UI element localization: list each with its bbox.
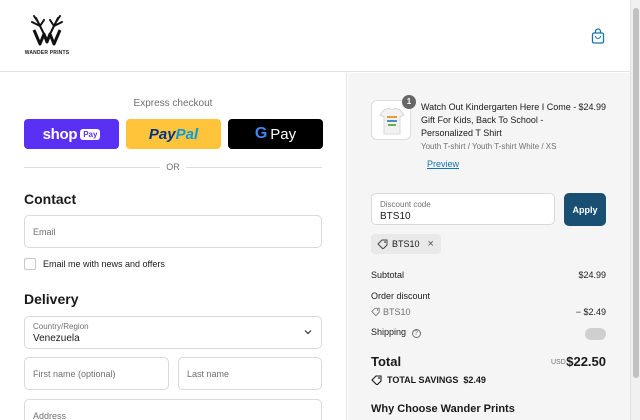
total-currency: USD xyxy=(551,359,566,366)
quantity-badge: 1 xyxy=(402,95,416,109)
order-discount-label: Order discount xyxy=(371,291,431,301)
tag-icon xyxy=(371,375,382,385)
deer-antler-logo-icon xyxy=(31,15,63,46)
discount-code-field[interactable]: Discount code BTS10 xyxy=(371,193,555,225)
preview-link[interactable]: Preview xyxy=(427,159,459,169)
order-discount-row: Order discount xyxy=(371,291,606,301)
newsletter-label: Email me with news and offers xyxy=(43,259,165,269)
shop-pay-pill: Pay xyxy=(80,128,101,140)
subtotal-row: Subtotal $24.99 xyxy=(371,270,606,280)
paypal-wordmark-part2: Pal xyxy=(175,125,199,143)
google-pay-wordmark: Pay xyxy=(270,125,297,143)
why-choose-heading: Why Choose Wander Prints xyxy=(371,403,515,415)
discount-code-value: BTS10 xyxy=(380,211,411,222)
total-value: $22.50 xyxy=(566,354,606,369)
shop-pay-button[interactable]: shop Pay xyxy=(24,119,119,149)
discount-amount: − $2.49 xyxy=(575,307,606,317)
express-checkout-label: Express checkout xyxy=(133,98,213,109)
page-scrollbar[interactable] xyxy=(630,0,640,420)
shipping-label: Shipping xyxy=(371,327,407,337)
brand-logo[interactable]: WANDER PRINTS xyxy=(22,14,72,56)
header: WANDER PRINTS xyxy=(0,0,630,72)
or-divider: OR xyxy=(24,161,322,173)
delivery-heading: Delivery xyxy=(24,291,79,307)
total-label: Total xyxy=(371,354,402,369)
tag-icon xyxy=(377,239,388,249)
address-field[interactable]: Address xyxy=(24,399,322,420)
product-price: $24.99 xyxy=(578,102,606,112)
total-savings-label: TOTAL SAVINGS xyxy=(387,375,459,385)
scrollbar-thumb[interactable] xyxy=(633,8,639,378)
product-variant: Youth T-shirt / Youth T-shirt White / XS xyxy=(421,142,557,151)
first-name-placeholder: First name (optional) xyxy=(33,369,116,379)
shopping-bag-icon[interactable] xyxy=(591,28,605,44)
discount-code-label: Discount code xyxy=(380,200,431,209)
shipping-row: Shipping ? xyxy=(371,327,606,340)
address-placeholder: Address xyxy=(33,411,67,420)
subtotal-label: Subtotal xyxy=(371,270,405,280)
discount-code-row-label: BTS10 xyxy=(383,307,411,317)
applied-discount-code: BTS10 xyxy=(392,239,420,249)
email-placeholder: Email xyxy=(33,227,56,237)
google-g-icon: G xyxy=(254,125,268,142)
country-label: Country/Region xyxy=(33,322,89,331)
checkout-form: Express checkout shop Pay Pay Pal G Pay O… xyxy=(0,73,347,420)
applied-discount-chip: BTS10 × xyxy=(371,234,441,254)
brand-name: WANDER PRINTS xyxy=(24,50,70,56)
shop-pay-wordmark: shop xyxy=(42,125,78,143)
product-title: Watch Out Kindergarten Here I Come - Gif… xyxy=(421,102,577,138)
country-select[interactable]: Country/Region Venezuela xyxy=(24,316,322,349)
remove-discount-icon[interactable]: × xyxy=(428,238,434,250)
order-summary: 1 Watch Out Kindergarten Here I Come - G… xyxy=(348,73,630,420)
last-name-placeholder: Last name xyxy=(187,369,230,379)
shipping-loading-placeholder xyxy=(585,328,606,340)
apply-button[interactable]: Apply xyxy=(564,193,606,226)
discount-code-row: BTS10 − $2.49 xyxy=(371,307,606,317)
contact-heading: Contact xyxy=(24,191,77,207)
last-name-field[interactable]: Last name xyxy=(178,357,322,390)
help-icon[interactable]: ? xyxy=(411,329,421,338)
paypal-button[interactable]: Pay Pal xyxy=(126,119,221,149)
first-name-field[interactable]: First name (optional) xyxy=(24,357,169,390)
subtotal-value: $24.99 xyxy=(578,270,606,280)
google-pay-button[interactable]: G Pay xyxy=(228,119,323,149)
total-savings: TOTAL SAVINGS $2.49 xyxy=(371,375,486,385)
country-value: Venezuela xyxy=(33,333,80,344)
divider-line-right xyxy=(186,167,322,168)
tag-icon xyxy=(371,307,380,317)
email-field[interactable]: Email xyxy=(24,215,322,248)
paypal-wordmark-part1: Pay xyxy=(148,125,176,143)
total-savings-value: $2.49 xyxy=(463,375,486,385)
newsletter-checkbox[interactable] xyxy=(24,258,36,270)
chevron-down-icon xyxy=(304,330,312,335)
